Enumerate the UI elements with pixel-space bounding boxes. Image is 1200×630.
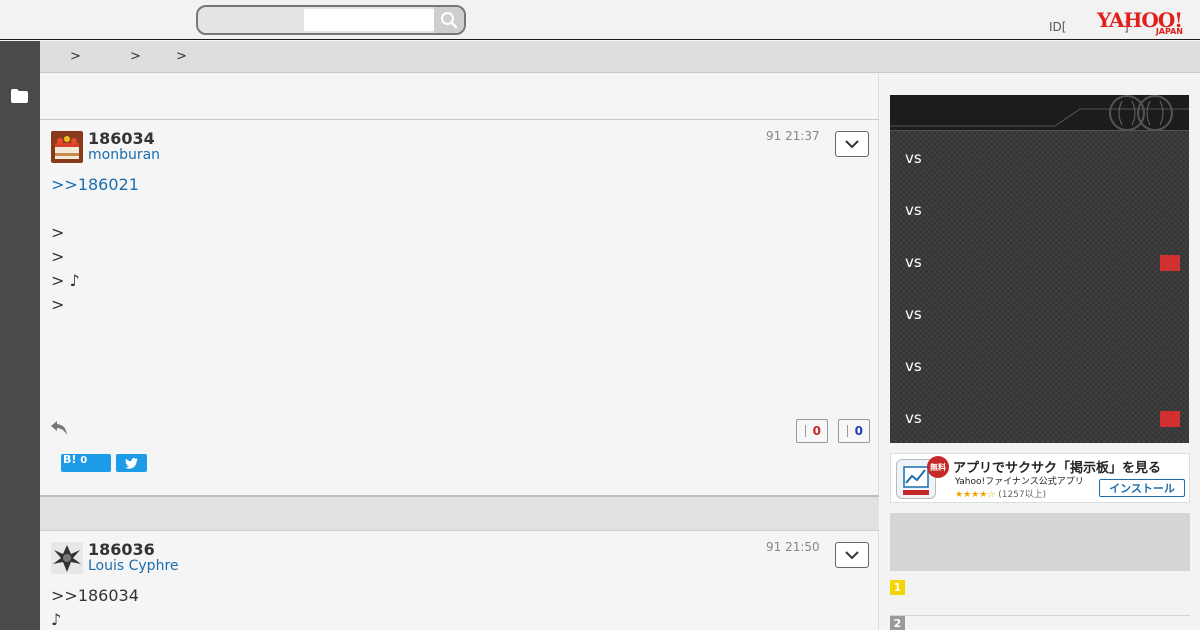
list-header-strip: [40, 74, 879, 120]
hatena-bookmark-button[interactable]: B! 0: [61, 454, 111, 472]
breadcrumb-separator: >: [176, 49, 187, 64]
chevron-down-icon: [845, 550, 859, 559]
like-count: 0: [812, 424, 821, 438]
search-input[interactable]: [304, 9, 434, 31]
cake-avatar[interactable]: [51, 131, 83, 163]
avatar-image: [51, 131, 83, 163]
tweet-button[interactable]: [116, 454, 147, 472]
post-body-line: >: [51, 247, 65, 266]
install-button[interactable]: インストール: [1099, 479, 1185, 497]
live-status-flag: [1160, 255, 1180, 271]
logo-subtext: JAPAN: [1155, 27, 1183, 36]
rank-number: 2: [890, 616, 905, 630]
post-body-line: > ♪: [51, 271, 80, 290]
dislike-count: 0: [854, 424, 863, 438]
post-body-line: >>186034: [51, 586, 139, 605]
folder-icon[interactable]: [11, 89, 28, 103]
vs-label: vs: [905, 357, 922, 375]
ranking-item[interactable]: 2: [890, 616, 1190, 630]
post-date: 91 21:50: [766, 540, 820, 554]
post-number[interactable]: 186036: [88, 540, 155, 559]
hatena-count: 0: [80, 455, 88, 466]
breadcrumb-separator: >: [70, 49, 81, 64]
search-button[interactable]: [434, 7, 464, 33]
hatena-label: B!: [63, 453, 77, 466]
vs-label: vs: [905, 201, 922, 219]
game-score-row[interactable]: vs: [890, 183, 1189, 235]
game-score-row[interactable]: vs: [890, 391, 1189, 443]
dislike-button[interactable]: 0: [838, 419, 870, 443]
like-button[interactable]: 0: [796, 419, 828, 443]
app-promo-banner[interactable]: 無料 アプリでサクサク「掲示板」を見る Yahoo!ファイナンス公式アプリ ★★…: [890, 453, 1190, 503]
reply-reference-link[interactable]: >>186021: [51, 175, 139, 194]
twitter-icon: [125, 457, 138, 469]
rating-count: (1257以上): [998, 490, 1047, 500]
post-username[interactable]: monburan: [88, 147, 160, 163]
game-score-row[interactable]: vs: [890, 131, 1189, 183]
vote-divider: [805, 425, 806, 437]
free-badge: 無料: [927, 456, 949, 478]
post-menu-button[interactable]: [835, 131, 869, 157]
game-score-row[interactable]: vs: [890, 235, 1189, 287]
reply-icon[interactable]: [50, 420, 68, 436]
post-menu-button[interactable]: [835, 542, 869, 568]
vs-label: vs: [905, 149, 922, 167]
vote-divider: [847, 425, 848, 437]
post-body-line: >: [51, 223, 65, 242]
breadcrumb-separator: >: [130, 49, 141, 64]
login-id-text[interactable]: ID[: [1049, 20, 1066, 34]
search-icon: [441, 12, 458, 29]
vs-label: vs: [905, 253, 922, 271]
breadcrumb: > > >: [40, 41, 1200, 73]
post-body-line: ♪: [51, 610, 62, 629]
ad-placeholder: [890, 513, 1190, 571]
search-box: [196, 5, 466, 35]
figure-avatar[interactable]: [51, 542, 83, 574]
chevron-down-icon: [845, 139, 859, 148]
vs-label: vs: [905, 409, 922, 427]
vs-label: vs: [905, 305, 922, 323]
post-body-line: >: [51, 295, 65, 314]
score-panel-header: [890, 95, 1189, 131]
post-separator: [40, 495, 879, 531]
app-banner-subtitle: Yahoo!ファイナンス公式アプリ: [955, 477, 1084, 487]
star-rating-icon: ★★★★☆: [955, 490, 996, 500]
left-rail: [0, 41, 40, 630]
live-status-flag: [1160, 411, 1180, 427]
yahoo-japan-logo[interactable]: YAHOO! JAPAN: [1097, 10, 1187, 36]
baseball-header-graphic: [890, 95, 1189, 131]
message-list: 186034 monburan 91 21:37 >>186021 > > > …: [40, 74, 879, 630]
post-username[interactable]: Louis Cyphre: [88, 558, 179, 574]
right-sidebar: vs vs vs vs vs vs 無料 アプリでサクサク「掲示板」を見る Ya…: [880, 74, 1200, 630]
baseball-score-panel: vs vs vs vs vs vs: [890, 95, 1189, 443]
rank-number: 1: [890, 580, 905, 595]
top-header: ID[ ] YAHOO! JAPAN: [0, 0, 1200, 40]
app-rating: ★★★★☆ (1257以上): [955, 487, 1046, 500]
game-score-row[interactable]: vs: [890, 339, 1189, 391]
ranking-item[interactable]: 1: [890, 580, 1190, 616]
post-date: 91 21:37: [766, 129, 820, 143]
avatar-image: [51, 542, 83, 574]
game-score-row[interactable]: vs: [890, 287, 1189, 339]
post-number[interactable]: 186034: [88, 129, 155, 148]
